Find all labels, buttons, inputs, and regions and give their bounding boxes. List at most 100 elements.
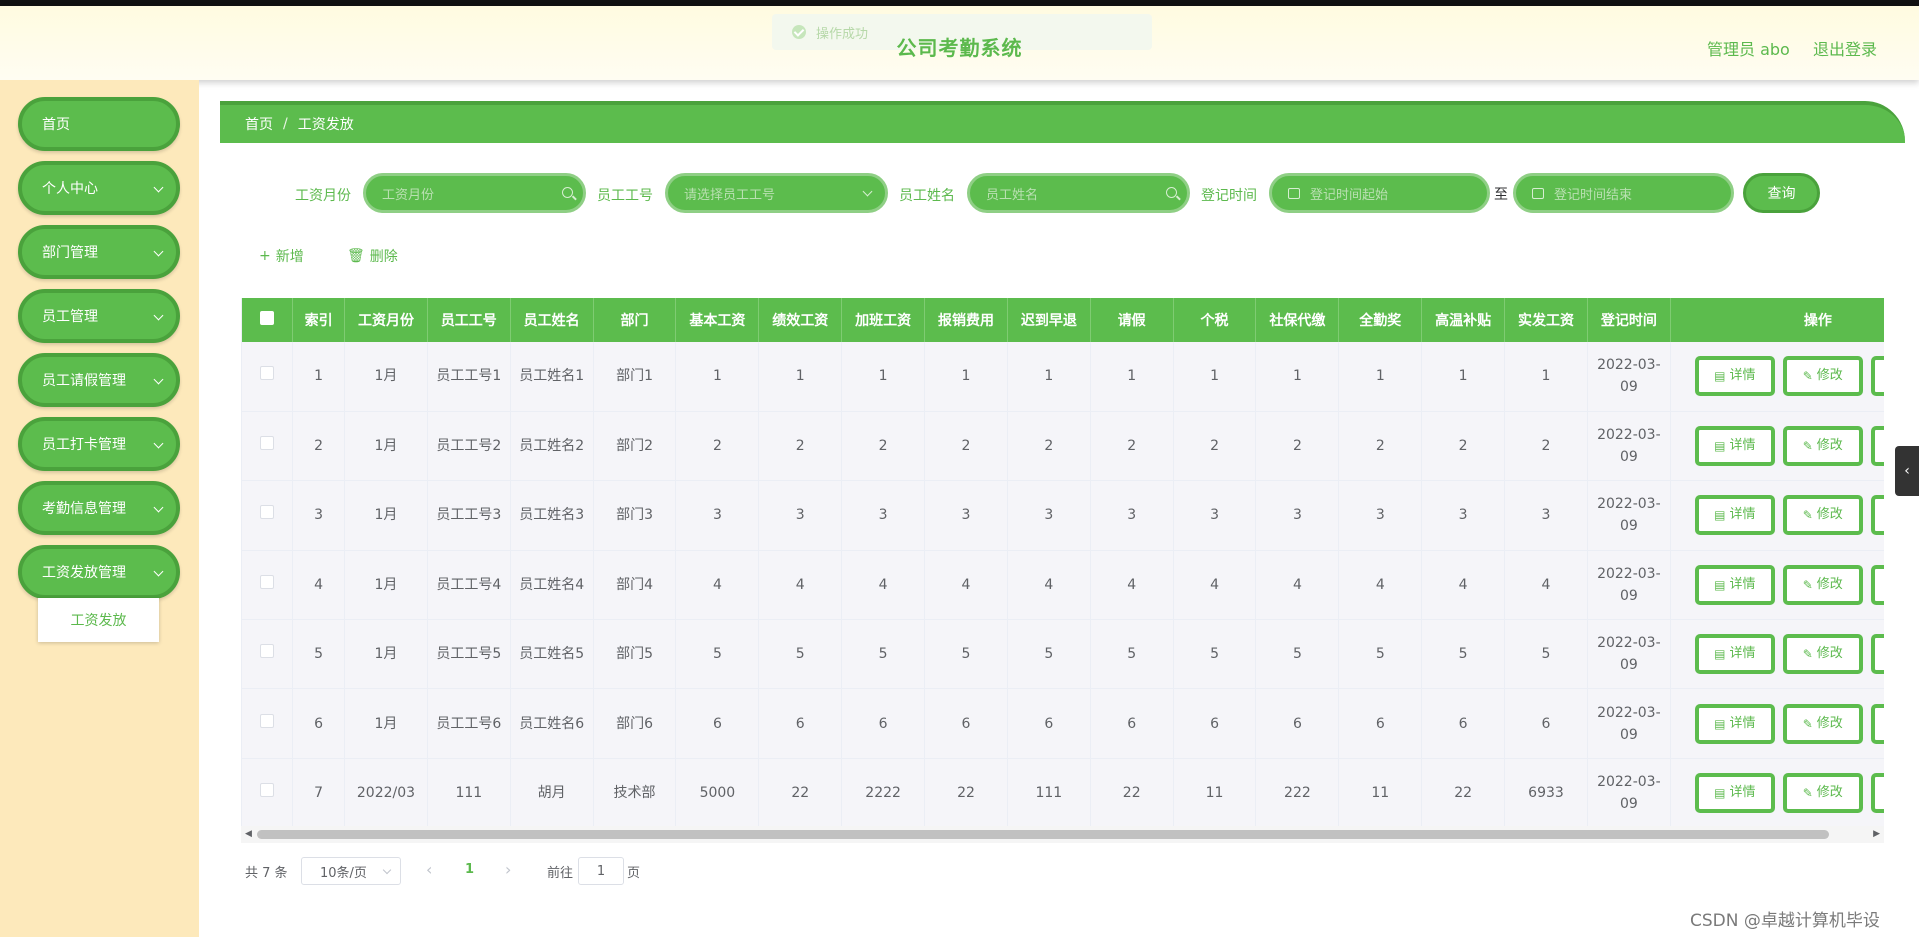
breadcrumb-home[interactable]: 首页 — [245, 114, 273, 134]
sidebar-item-label: 员工打卡管理 — [42, 437, 126, 453]
edit-button[interactable]: ✎ 修改 — [1782, 634, 1863, 675]
delete-button[interactable]: 🗑删除 — [1870, 564, 1884, 605]
table-cell: 技术部 — [593, 758, 677, 829]
sidebar-item-employee[interactable]: 员工管理 — [18, 289, 180, 343]
detail-button[interactable]: ▤ 详情 — [1694, 773, 1775, 814]
month-filter-input[interactable]: 工资月份 — [363, 173, 586, 213]
detail-button[interactable]: ▤ 详情 — [1694, 634, 1775, 675]
detail-button[interactable]: ▤ 详情 — [1694, 495, 1775, 536]
delete-button[interactable]: 🗑删除 — [1870, 495, 1884, 536]
sidebar-item-home[interactable]: 首页 — [18, 97, 180, 151]
edit-button[interactable]: ✎ 修改 — [1782, 426, 1863, 467]
row-checkbox[interactable] — [260, 644, 275, 659]
table-cell: 员工姓名4 — [510, 550, 594, 621]
delete-button[interactable]: 🗑删除 — [1870, 773, 1884, 814]
delete-button[interactable]: 🗑删除 — [1870, 426, 1884, 467]
scrollbar-thumb[interactable] — [257, 830, 1829, 839]
table-row: 2 1月 员工工号2 员工姓名2 部门2 2 2 2 2 2 2 2 2 2 2 2 2022-03-09 ▤ 详情… — [242, 411, 1884, 482]
table-cell: 6 — [1338, 688, 1423, 759]
delete-button[interactable]: 🗑删除 — [1870, 703, 1884, 744]
table-cell: 4 — [1504, 550, 1588, 621]
scroll-right-arrow-icon[interactable]: ▶ — [1873, 829, 1880, 839]
document-icon: ▤ — [1714, 647, 1726, 662]
batch-delete-button[interactable]: 🗑 删除 — [347, 246, 398, 266]
time-start-input[interactable]: 登记时间起始 — [1269, 173, 1490, 213]
table-cell: 2022-03-09 — [1587, 619, 1671, 690]
table-cell: 4 — [1007, 550, 1091, 621]
chevron-down-icon — [153, 374, 164, 385]
delete-button[interactable]: 🗑删除 — [1870, 634, 1884, 675]
sidebar-item-salary[interactable]: 工资发放管理 — [18, 545, 180, 599]
table-cell: 部门1 — [593, 342, 677, 412]
table-cell: 2 — [841, 411, 926, 482]
table-cell: 员工姓名1 — [510, 342, 594, 412]
goto-page-input[interactable]: 1 — [578, 857, 624, 885]
edit-button[interactable]: ✎ 修改 — [1782, 564, 1863, 605]
table-cell: 6 — [1421, 688, 1506, 759]
row-select-cell — [242, 619, 294, 690]
detail-button-label: 详情 — [1729, 368, 1756, 384]
add-button[interactable]: + 新增 — [259, 246, 304, 266]
sidebar-item-attendance[interactable]: 考勤信息管理 — [18, 481, 180, 535]
chevron-down-icon — [153, 310, 164, 321]
row-checkbox[interactable] — [260, 783, 275, 798]
select-all-checkbox[interactable] — [260, 311, 275, 325]
table-cell: 5 — [292, 619, 346, 690]
row-actions-cell: ▤详情✎修改 🗑删除 — [1670, 688, 1884, 759]
prev-page-icon[interactable]: ‹ — [426, 860, 432, 879]
table-cell: 部门4 — [593, 550, 677, 621]
row-checkbox[interactable] — [260, 574, 275, 589]
detail-button[interactable]: ▤ 详情 — [1694, 356, 1775, 397]
table-row: 6 1月 员工工号6 员工姓名6 部门6 6 6 6 6 6 6 6 6 6 6 6 2022-03-09 ▤ 详情… — [242, 688, 1884, 759]
scroll-left-arrow-icon[interactable]: ◀ — [245, 829, 252, 839]
sidebar-item-personal-center[interactable]: 个人中心 — [18, 161, 180, 215]
edit-button[interactable]: ✎ 修改 — [1782, 703, 1863, 744]
table-cell: 2 — [1007, 411, 1091, 482]
row-checkbox[interactable] — [260, 366, 275, 381]
edit-button[interactable]: ✎ 修改 — [1782, 495, 1863, 536]
row-checkbox[interactable] — [260, 436, 275, 451]
empno-select[interactable]: 请选择员工工号 — [665, 173, 888, 213]
row-actions-cell: ▤详情✎修改 🗑删除 — [1670, 619, 1884, 690]
time-start-placeholder: 登记时间起始 — [1310, 187, 1389, 203]
sidebar-item-leave[interactable]: 员工请假管理 — [18, 353, 180, 407]
table-cell: 3 — [1007, 480, 1091, 551]
sidebar-item-clock-in[interactable]: 员工打卡管理 — [18, 417, 180, 471]
pencil-icon: ✎ — [1802, 577, 1813, 592]
column-header: 全勤奖 — [1338, 298, 1423, 342]
table-cell: 11 — [1173, 758, 1257, 829]
breadcrumb-current: 工资发放 — [297, 117, 354, 133]
name-filter-input[interactable]: 员工姓名 — [967, 173, 1190, 213]
query-button[interactable]: 查询 — [1743, 173, 1820, 213]
row-checkbox[interactable] — [260, 713, 275, 728]
pagination-page-1[interactable]: 1 — [465, 862, 474, 877]
time-end-input[interactable]: 登记时间结束 — [1513, 173, 1734, 213]
detail-button[interactable]: ▤ 详情 — [1694, 564, 1775, 605]
sidebar-subitem-salary-payment[interactable]: 工资发放 — [38, 598, 159, 642]
logout-link[interactable]: 退出登录 — [1813, 36, 1877, 60]
horizontal-scrollbar[interactable]: ◀ ▶ — [241, 826, 1884, 843]
name-filter-label: 员工姓名 — [899, 188, 955, 204]
table-cell: 6 — [758, 688, 843, 759]
row-checkbox[interactable] — [260, 505, 275, 520]
delete-button[interactable]: 🗑删除 — [1870, 356, 1884, 397]
chevron-down-icon — [153, 182, 164, 193]
table-cell: 3 — [1173, 480, 1257, 551]
table-cell: 4 — [1338, 550, 1423, 621]
collapse-panel-tab[interactable]: ‹ — [1895, 446, 1919, 496]
month-filter-label: 工资月份 — [295, 188, 351, 204]
table-row: 7 2022/03 111 胡月 技术部 5000 22 2222 22 111 22 11 222 11… — [242, 758, 1884, 829]
detail-button[interactable]: ▤ 详情 — [1694, 703, 1775, 744]
edit-button[interactable]: ✎ 修改 — [1782, 356, 1863, 397]
document-icon: ▤ — [1714, 508, 1726, 523]
table-cell: 5 — [1090, 619, 1174, 690]
next-page-icon[interactable]: › — [505, 860, 511, 879]
edit-button[interactable]: ✎ 修改 — [1782, 773, 1863, 814]
table-cell: 5 — [1504, 619, 1588, 690]
detail-button[interactable]: ▤ 详情 — [1694, 426, 1775, 467]
sidebar-item-department[interactable]: 部门管理 — [18, 225, 180, 279]
page-size-select[interactable]: 10条/页 — [301, 857, 401, 885]
app-header: 操作成功 公司考勤系统 管理员 abo 退出登录 — [0, 6, 1919, 80]
table-cell: 6 — [1504, 688, 1588, 759]
calendar-icon — [1288, 187, 1300, 199]
